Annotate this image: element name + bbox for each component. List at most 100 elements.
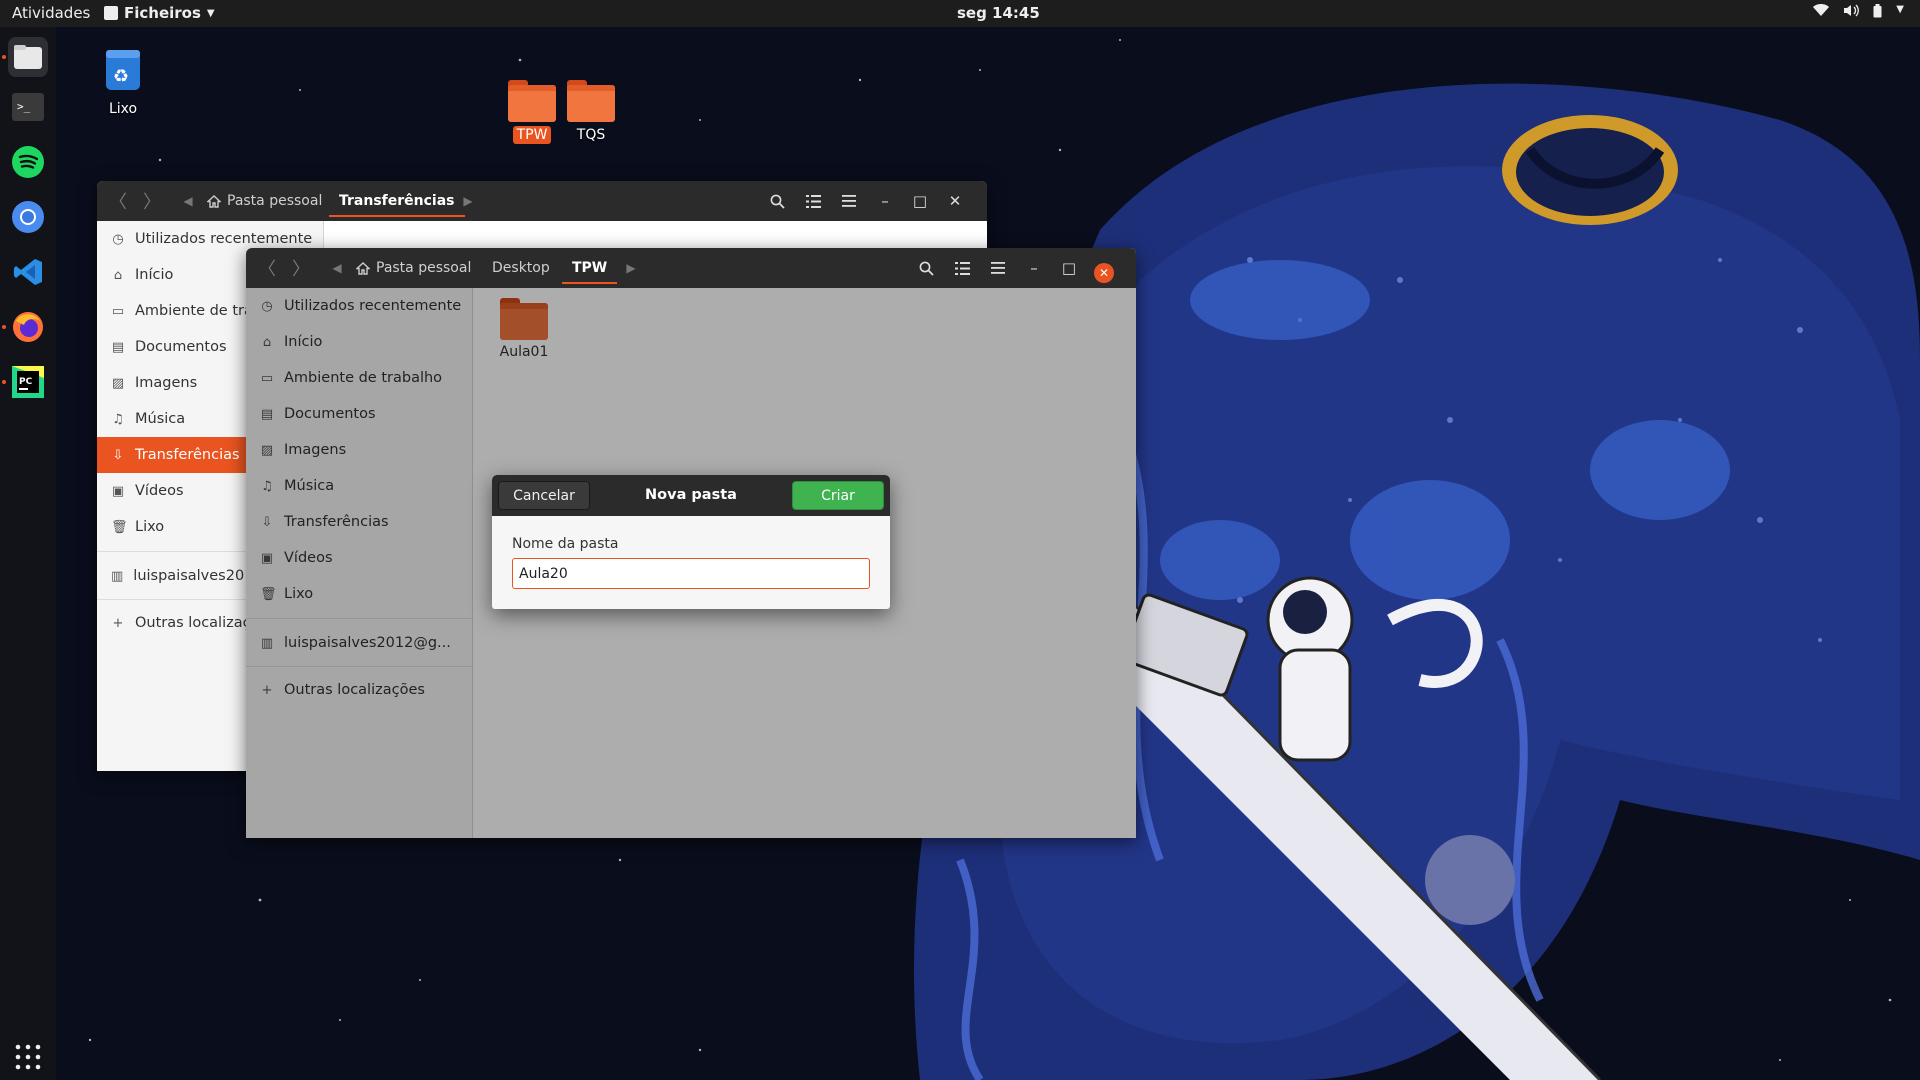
breadcrumb-current[interactable]: Transferências [329, 181, 465, 221]
create-button[interactable]: Criar [792, 481, 884, 510]
folder-name-label: Nome da pasta [512, 536, 619, 552]
spotify-icon [12, 146, 44, 178]
close-icon: ✕ [948, 192, 962, 210]
home-icon: ⌂ [113, 267, 123, 283]
new-folder-dialog: Nova pasta Cancelar Criar Nome da pasta [492, 475, 890, 609]
forward-button[interactable]: 〉 [137, 181, 167, 221]
network-drive-icon: ▥ [111, 568, 124, 584]
image-icon: ▨ [111, 375, 125, 391]
breadcrumb-home[interactable]: Pasta pessoal [197, 181, 332, 221]
sidebar-item-label: Início [135, 267, 174, 283]
forward-button[interactable]: 〉 [286, 248, 316, 288]
dock-spotify[interactable] [8, 142, 48, 182]
list-view-icon [954, 261, 970, 275]
activities-button[interactable]: Atividades [12, 4, 90, 22]
folder-icon [567, 80, 615, 122]
minimize-button[interactable]: – [1019, 248, 1049, 288]
view-options-button[interactable] [798, 181, 828, 221]
menu-button[interactable] [983, 248, 1013, 288]
sidebar-item-label: Documentos [135, 339, 227, 355]
folder-icon [508, 80, 556, 122]
dock-files[interactable] [8, 37, 48, 77]
desktop-trash-label: Lixo [108, 101, 138, 117]
running-indicator [2, 380, 6, 384]
dock-terminal[interactable]: >_ [8, 87, 48, 127]
dock: >_ PC [0, 27, 56, 1080]
svg-text:PC: PC [19, 377, 33, 387]
path-scroll-right-button[interactable]: ▶ [453, 181, 483, 221]
chevron-down-icon: ▼ [1896, 4, 1904, 15]
close-button[interactable]: ✕ [940, 181, 970, 221]
back-button[interactable]: 〈 [103, 181, 133, 221]
headerbar: 〈 〉 ◀ Pasta pessoal Desktop TPW ▶ – □ ✕ [246, 248, 1136, 288]
close-button[interactable]: ✕ [1089, 248, 1119, 288]
minimize-icon: – [1030, 259, 1038, 277]
back-button[interactable]: 〈 [252, 248, 282, 288]
breadcrumb-label: Pasta pessoal [227, 193, 323, 209]
svg-text:>_: >_ [17, 100, 31, 113]
sidebar-item-label: Imagens [135, 375, 198, 391]
wifi-icon [1813, 4, 1830, 22]
app-menu-label: Ficheiros [124, 4, 201, 22]
close-icon: ✕ [1094, 263, 1114, 283]
sidebar-item-label: Música [135, 411, 186, 427]
desktop-folder-label: TPW [512, 126, 552, 144]
sidebar-item-label: Vídeos [135, 483, 184, 499]
breadcrumb-home[interactable]: Pasta pessoal [346, 248, 481, 288]
app-menu-button[interactable]: Ficheiros ▼ [104, 4, 215, 22]
files-app-icon [104, 6, 118, 20]
vscode-icon [14, 259, 42, 285]
clock[interactable]: seg 14:45 [957, 4, 1040, 22]
folder-name-input[interactable] [512, 558, 870, 589]
home-icon [356, 261, 370, 275]
battery-icon [1873, 4, 1882, 22]
search-button[interactable] [911, 248, 941, 288]
files-icon [14, 45, 42, 69]
search-button[interactable] [762, 181, 792, 221]
plus-icon: + [112, 615, 124, 631]
menu-button[interactable] [834, 181, 864, 221]
sidebar-item-label: Utilizados recentemente [135, 231, 313, 247]
firefox-icon [13, 312, 43, 342]
path-scroll-right-button[interactable]: ▶ [616, 248, 646, 288]
home-icon [207, 194, 221, 208]
search-icon [770, 194, 785, 209]
dock-chromium[interactable] [8, 197, 48, 237]
chromium-icon [12, 201, 44, 233]
dialog-header: Nova pasta Cancelar Criar [492, 475, 890, 516]
chevron-down-icon: ▼ [206, 7, 215, 19]
minimize-button[interactable]: – [870, 181, 900, 221]
sidebar-item-label: Transferências [135, 447, 240, 463]
terminal-icon: >_ [12, 93, 44, 121]
running-indicator [2, 55, 6, 59]
running-indicator [2, 325, 6, 329]
volume-icon [1843, 4, 1860, 22]
dock-vscode[interactable] [8, 252, 48, 292]
desktop-folder-label: TQS [576, 127, 606, 143]
show-applications-button[interactable] [8, 1037, 48, 1077]
desktop-trash[interactable]: ♻ Lixo [88, 48, 158, 118]
maximize-icon: □ [1061, 259, 1077, 277]
document-icon: ▤ [111, 339, 125, 355]
view-options-button[interactable] [947, 248, 977, 288]
breadcrumb-desktop[interactable]: Desktop [482, 248, 560, 288]
video-icon: ▣ [111, 483, 125, 499]
dock-pycharm[interactable]: PC [8, 362, 48, 402]
dock-firefox[interactable] [8, 307, 48, 347]
pycharm-icon: PC [12, 366, 44, 398]
desktop-icon: ▭ [111, 303, 125, 319]
breadcrumb-label: TPW [572, 260, 608, 276]
breadcrumb-label: Pasta pessoal [376, 260, 472, 276]
download-icon: ⇩ [112, 447, 124, 463]
search-icon [919, 261, 934, 276]
maximize-button[interactable]: □ [1054, 248, 1084, 288]
hamburger-menu-icon [991, 262, 1005, 274]
maximize-button[interactable]: □ [905, 181, 935, 221]
system-tray[interactable]: ▼ [1813, 4, 1904, 22]
cancel-button[interactable]: Cancelar [498, 481, 590, 510]
desktop-folder-tqs[interactable]: TQS [556, 80, 626, 144]
breadcrumb-current[interactable]: TPW [562, 248, 618, 288]
maximize-icon: □ [912, 192, 928, 210]
headerbar: 〈 〉 ◀ Pasta pessoal Transferências ▶ – □… [97, 181, 987, 221]
show-applications-icon [15, 1044, 41, 1070]
